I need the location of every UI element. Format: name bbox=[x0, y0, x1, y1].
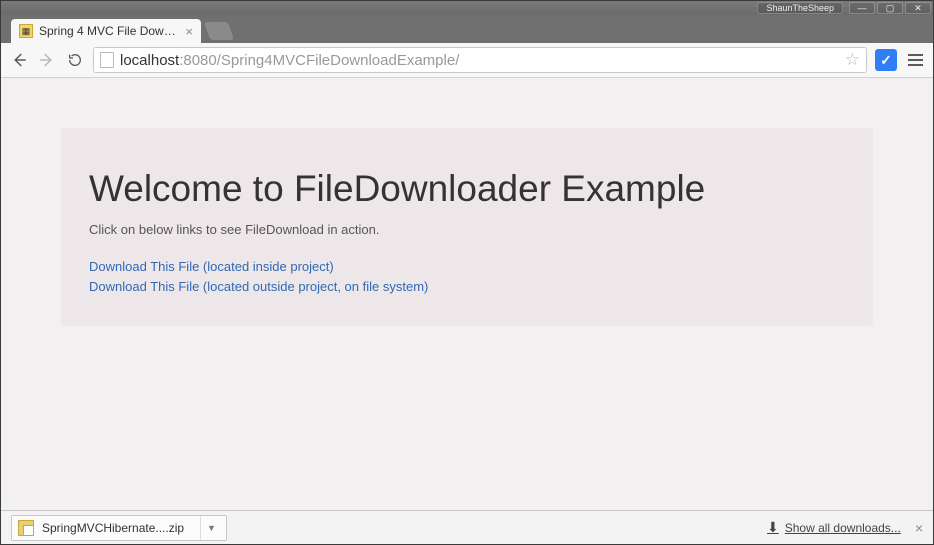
download-item[interactable]: SpringMVCHibernate....zip ▼ bbox=[11, 515, 227, 541]
page-subtext: Click on below links to see FileDownload… bbox=[89, 222, 845, 237]
favicon-icon: ▦ bbox=[19, 24, 33, 38]
zip-file-icon bbox=[18, 520, 34, 536]
download-link-external[interactable]: Download This File (located outside proj… bbox=[89, 277, 845, 297]
browser-toolbar: localhost:8080/Spring4MVCFileDownloadExa… bbox=[1, 43, 933, 78]
download-filename: SpringMVCHibernate....zip bbox=[42, 521, 192, 535]
os-user-badge: ShaunTheSheep bbox=[757, 2, 843, 14]
bookmark-star-icon[interactable]: ☆ bbox=[845, 50, 860, 70]
arrow-left-icon bbox=[10, 51, 28, 69]
arrow-right-icon bbox=[38, 51, 56, 69]
browser-tab[interactable]: ▦ Spring 4 MVC File Downlo × bbox=[11, 19, 201, 43]
download-link-internal[interactable]: Download This File (located inside proje… bbox=[89, 257, 845, 277]
forward-button[interactable] bbox=[37, 50, 57, 70]
download-shelf-close-button[interactable]: × bbox=[915, 520, 923, 536]
browser-menu-button[interactable] bbox=[905, 54, 925, 66]
window-titlebar: ShaunTheSheep — ▢ ✕ bbox=[1, 1, 933, 15]
address-bar[interactable]: localhost:8080/Spring4MVCFileDownloadExa… bbox=[93, 47, 867, 73]
page-icon bbox=[100, 52, 114, 68]
hamburger-icon bbox=[908, 54, 923, 56]
page-viewport: Welcome to FileDownloader Example Click … bbox=[1, 78, 933, 510]
extension-button[interactable]: ✓ bbox=[875, 49, 897, 71]
download-item-menu[interactable]: ▼ bbox=[200, 516, 222, 540]
tab-title: Spring 4 MVC File Downlo bbox=[39, 24, 179, 38]
window-maximize-button[interactable]: ▢ bbox=[877, 2, 903, 14]
show-all-downloads-link[interactable]: ⬇ Show all downloads... bbox=[767, 519, 901, 536]
back-button[interactable] bbox=[9, 50, 29, 70]
reload-icon bbox=[67, 52, 83, 68]
check-icon: ✓ bbox=[880, 52, 892, 69]
download-arrow-icon: ⬇ bbox=[767, 519, 779, 536]
window-close-button[interactable]: ✕ bbox=[905, 2, 931, 14]
url-text: localhost:8080/Spring4MVCFileDownloadExa… bbox=[120, 52, 839, 69]
window-minimize-button[interactable]: — bbox=[849, 2, 875, 14]
tab-strip: ▦ Spring 4 MVC File Downlo × bbox=[1, 15, 933, 43]
page-heading: Welcome to FileDownloader Example bbox=[89, 168, 845, 210]
new-tab-button[interactable] bbox=[204, 22, 235, 40]
tab-close-button[interactable]: × bbox=[185, 25, 193, 38]
download-shelf: SpringMVCHibernate....zip ▼ ⬇ Show all d… bbox=[1, 510, 933, 544]
content-panel: Welcome to FileDownloader Example Click … bbox=[61, 128, 873, 326]
reload-button[interactable] bbox=[65, 50, 85, 70]
